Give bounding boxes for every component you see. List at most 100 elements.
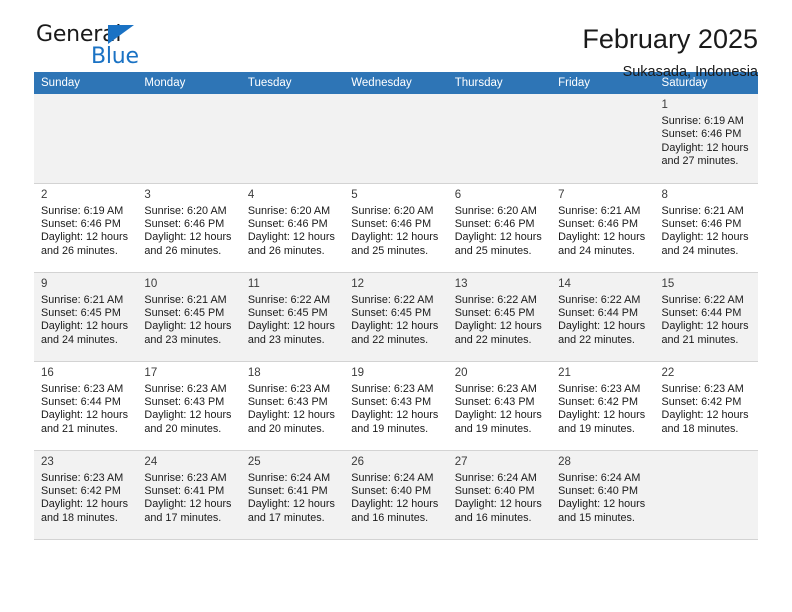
day-cell-inner: 4 Sunrise: 6:20 AM Sunset: 6:46 PM Daylight… bbox=[241, 184, 344, 272]
day-number: 8 bbox=[661, 188, 668, 201]
calendar-day-cell[interactable]: 19 Sunrise: 6:23 AM Sunset: 6:43 PM Dayligh… bbox=[344, 361, 448, 451]
day-info-sunset: Sunset: 6:45 PM bbox=[247, 306, 328, 319]
day-cell-inner: 25 Sunrise: 6:24 AM Sunset: 6:41 PM Dayligh… bbox=[241, 451, 344, 539]
calendar-day-cell[interactable]: 4 Sunrise: 6:20 AM Sunset: 6:46 PM Daylight… bbox=[240, 183, 345, 273]
logo-text-blue: Blue bbox=[91, 44, 139, 69]
day-info-sunset: Sunset: 6:43 PM bbox=[351, 395, 432, 408]
day-number: 18 bbox=[247, 366, 261, 379]
day-cell-inner: 1 Sunrise: 6:19 AM Sunset: 6:46 PM Daylight… bbox=[655, 94, 758, 183]
day-info: Sunrise: 6:23 AM Sunset: 6:41 PM Daylight:… bbox=[144, 472, 234, 526]
day-cell-inner: 14 Sunrise: 6:22 AM Sunset: 6:44 PM Dayligh… bbox=[551, 273, 654, 361]
calendar-day-cell[interactable]: 25 Sunrise: 6:24 AM Sunset: 6:41 PM Dayligh… bbox=[240, 450, 345, 540]
day-cell-inner: 11 Sunrise: 6:22 AM Sunset: 6:45 PM Dayligh… bbox=[241, 273, 344, 361]
calendar-week-row: 9 Sunrise: 6:21 AM Sunset: 6:45 PM Daylight… bbox=[34, 272, 758, 362]
day-info-daylight-line1: Daylight: 12 hours bbox=[144, 231, 232, 244]
day-info: Sunrise: 6:19 AM Sunset: 6:46 PM Daylight:… bbox=[662, 115, 752, 169]
day-cell-inner: 7 Sunrise: 6:21 AM Sunset: 6:46 PM Daylight… bbox=[551, 184, 654, 272]
calendar-day-cell[interactable]: 9 Sunrise: 6:21 AM Sunset: 6:45 PM Daylight… bbox=[34, 272, 138, 362]
page-header: General Blue February 2025 Sukasada, Ind… bbox=[34, 0, 758, 80]
day-info-daylight-line2: and 22 minutes. bbox=[351, 333, 429, 346]
day-info-daylight-line2: and 19 minutes. bbox=[558, 422, 635, 435]
calendar-week-row: 16 Sunrise: 6:23 AM Sunset: 6:44 PM Dayligh… bbox=[34, 361, 758, 451]
day-info-sunrise: Sunrise: 6:23 AM bbox=[351, 382, 434, 395]
calendar-day-cell[interactable]: 18 Sunrise: 6:23 AM Sunset: 6:43 PM Dayligh… bbox=[240, 361, 345, 451]
day-info-sunrise: Sunrise: 6:22 AM bbox=[351, 293, 434, 306]
day-info: Sunrise: 6:22 AM Sunset: 6:45 PM Daylight:… bbox=[455, 294, 545, 348]
calendar-day-cell[interactable]: 21 Sunrise: 6:23 AM Sunset: 6:42 PM Dayligh… bbox=[551, 361, 655, 451]
day-info-sunset: Sunset: 6:43 PM bbox=[454, 395, 535, 408]
day-info-sunset: Sunset: 6:42 PM bbox=[41, 484, 121, 497]
day-cell-inner: 18 Sunrise: 6:23 AM Sunset: 6:43 PM Dayligh… bbox=[241, 362, 344, 450]
calendar-day-cell[interactable]: 3 Sunrise: 6:20 AM Sunset: 6:46 PM Daylight… bbox=[137, 183, 241, 273]
day-info-daylight-line2: and 17 minutes. bbox=[144, 511, 222, 524]
day-number: 20 bbox=[454, 366, 468, 379]
calendar-day-cell[interactable]: 13 Sunrise: 6:22 AM Sunset: 6:45 PM Dayligh… bbox=[447, 272, 552, 362]
calendar-day-cell[interactable]: 28 Sunrise: 6:24 AM Sunset: 6:40 PM Dayligh… bbox=[551, 450, 655, 540]
calendar-day-cell[interactable]: 1 Sunrise: 6:19 AM Sunset: 6:46 PM Daylight… bbox=[654, 94, 758, 184]
day-info-sunset: Sunset: 6:45 PM bbox=[41, 306, 121, 319]
day-number: 28 bbox=[558, 455, 571, 468]
day-info-daylight-line1: Daylight: 12 hours bbox=[661, 231, 749, 244]
calendar-day-cell[interactable]: 26 Sunrise: 6:24 AM Sunset: 6:40 PM Dayligh… bbox=[344, 450, 448, 540]
day-number: 7 bbox=[558, 188, 565, 201]
calendar-day-cell[interactable]: 27 Sunrise: 6:24 AM Sunset: 6:40 PM Dayligh… bbox=[447, 450, 552, 540]
day-info-sunrise: Sunrise: 6:21 AM bbox=[558, 204, 641, 217]
weekday-header-monday: Monday bbox=[137, 72, 241, 94]
day-info-daylight-line1: Daylight: 12 hours bbox=[558, 231, 646, 244]
day-cell-inner: 17 Sunrise: 6:23 AM Sunset: 6:43 PM Dayligh… bbox=[137, 362, 240, 450]
calendar-day-cell[interactable]: 7 Sunrise: 6:21 AM Sunset: 6:46 PM Daylight… bbox=[551, 183, 655, 273]
day-info: Sunrise: 6:23 AM Sunset: 6:43 PM Daylight:… bbox=[144, 383, 234, 437]
day-cell-inner: 16 Sunrise: 6:23 AM Sunset: 6:44 PM Dayligh… bbox=[34, 362, 137, 450]
day-number: 11 bbox=[247, 277, 260, 290]
day-info: Sunrise: 6:23 AM Sunset: 6:44 PM Daylight:… bbox=[41, 383, 131, 437]
day-info-sunset: Sunset: 6:44 PM bbox=[661, 306, 742, 319]
day-info-sunset: Sunset: 6:42 PM bbox=[558, 395, 638, 408]
calendar-day-cell[interactable]: 23 Sunrise: 6:23 AM Sunset: 6:42 PM Dayligh… bbox=[34, 450, 138, 540]
calendar-day-cell[interactable]: 8 Sunrise: 6:21 AM Sunset: 6:46 PM Daylight… bbox=[654, 183, 758, 273]
day-info-sunset: Sunset: 6:45 PM bbox=[351, 306, 432, 319]
calendar-day-cell[interactable]: 20 Sunrise: 6:23 AM Sunset: 6:43 PM Dayligh… bbox=[447, 361, 552, 451]
day-info: Sunrise: 6:23 AM Sunset: 6:42 PM Daylight:… bbox=[41, 472, 131, 526]
day-info-sunrise: Sunrise: 6:23 AM bbox=[144, 471, 227, 484]
day-cell-inner: 5 Sunrise: 6:20 AM Sunset: 6:46 PM Daylight… bbox=[344, 184, 447, 272]
calendar-day-cell[interactable]: 24 Sunrise: 6:23 AM Sunset: 6:41 PM Dayligh… bbox=[137, 450, 241, 540]
day-number: 25 bbox=[247, 455, 261, 468]
day-info-daylight-line1: Daylight: 12 hours bbox=[247, 320, 335, 333]
day-info-daylight-line1: Daylight: 12 hours bbox=[454, 320, 542, 333]
day-info-daylight-line2: and 16 minutes. bbox=[351, 511, 429, 524]
day-info-sunset: Sunset: 6:45 PM bbox=[454, 306, 535, 319]
calendar-table: Sunday Monday Tuesday Wednesday Thursday… bbox=[34, 72, 758, 540]
calendar-body: 1 Sunrise: 6:19 AM Sunset: 6:46 PM Daylight… bbox=[34, 94, 758, 540]
day-info-sunrise: Sunrise: 6:21 AM bbox=[661, 204, 744, 217]
day-info-sunset: Sunset: 6:41 PM bbox=[247, 484, 328, 497]
day-info-sunset: Sunset: 6:46 PM bbox=[558, 217, 638, 230]
day-number: 10 bbox=[144, 277, 158, 290]
day-number: 22 bbox=[661, 366, 675, 379]
calendar-day-cell[interactable]: 2 Sunrise: 6:19 AM Sunset: 6:46 PM Daylight… bbox=[34, 183, 138, 273]
day-info: Sunrise: 6:21 AM Sunset: 6:46 PM Daylight:… bbox=[558, 205, 648, 259]
calendar-day-cell[interactable]: 10 Sunrise: 6:21 AM Sunset: 6:45 PM Dayligh… bbox=[137, 272, 241, 362]
calendar-day-cell[interactable]: 17 Sunrise: 6:23 AM Sunset: 6:43 PM Dayligh… bbox=[137, 361, 241, 451]
calendar-day-cell[interactable]: 12 Sunrise: 6:22 AM Sunset: 6:45 PM Dayligh… bbox=[344, 272, 448, 362]
calendar-day-cell[interactable]: 14 Sunrise: 6:22 AM Sunset: 6:44 PM Dayligh… bbox=[551, 272, 655, 362]
day-info: Sunrise: 6:23 AM Sunset: 6:42 PM Daylight:… bbox=[558, 383, 648, 437]
day-number: 24 bbox=[144, 455, 158, 468]
calendar-empty-cell bbox=[447, 94, 552, 184]
calendar-day-cell[interactable]: 11 Sunrise: 6:22 AM Sunset: 6:45 PM Dayligh… bbox=[240, 272, 345, 362]
day-info-daylight-line2: and 16 minutes. bbox=[454, 511, 532, 524]
day-info: Sunrise: 6:20 AM Sunset: 6:46 PM Daylight:… bbox=[144, 205, 234, 259]
calendar-page: General Blue February 2025 Sukasada, Ind… bbox=[0, 0, 792, 612]
page-title: February 2025 bbox=[582, 24, 758, 54]
day-info-sunrise: Sunrise: 6:19 AM bbox=[41, 204, 124, 217]
calendar-day-cell[interactable]: 16 Sunrise: 6:23 AM Sunset: 6:44 PM Dayligh… bbox=[34, 361, 138, 451]
calendar-day-cell[interactable]: 6 Sunrise: 6:20 AM Sunset: 6:46 PM Daylight… bbox=[447, 183, 552, 273]
day-info: Sunrise: 6:22 AM Sunset: 6:45 PM Daylight:… bbox=[351, 294, 441, 348]
day-info-sunset: Sunset: 6:40 PM bbox=[558, 484, 638, 497]
calendar-week-row: 23 Sunrise: 6:23 AM Sunset: 6:42 PM Dayligh… bbox=[34, 450, 758, 540]
calendar-day-cell[interactable]: 22 Sunrise: 6:23 AM Sunset: 6:42 PM Dayligh… bbox=[654, 361, 758, 451]
day-info: Sunrise: 6:22 AM Sunset: 6:44 PM Daylight:… bbox=[558, 294, 648, 348]
calendar-day-cell[interactable]: 5 Sunrise: 6:20 AM Sunset: 6:46 PM Daylight… bbox=[344, 183, 448, 273]
day-info-sunrise: Sunrise: 6:23 AM bbox=[247, 382, 331, 395]
day-number: 15 bbox=[661, 277, 675, 290]
calendar-day-cell[interactable]: 15 Sunrise: 6:22 AM Sunset: 6:44 PM Dayligh… bbox=[654, 272, 758, 362]
